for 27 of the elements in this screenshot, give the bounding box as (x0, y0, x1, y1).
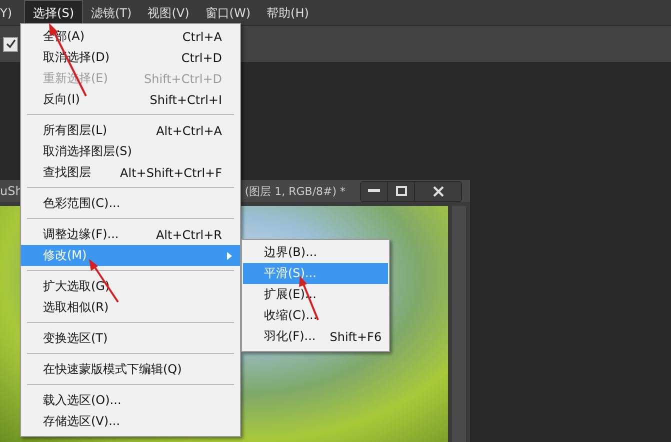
menu-item[interactable]: 反向(I) Shift+Ctrl+I (21, 89, 240, 110)
minimize-icon (368, 189, 380, 193)
menu-item[interactable]: 在快速蒙版模式下编辑(Q) (21, 359, 240, 380)
maximize-button[interactable] (387, 182, 414, 200)
menu-item[interactable]: 存储选区(V)... (21, 411, 240, 432)
menu-item[interactable]: 羽化(F)... Shift+F6 (243, 326, 388, 347)
close-button[interactable] (414, 182, 461, 200)
minimize-button[interactable] (361, 182, 387, 200)
menu-item[interactable]: 边界(B)... (243, 242, 388, 263)
document-tab-title: (图层 1, RGB/8#) * (244, 184, 346, 198)
menu-bar-item[interactable]: 视图(V) (140, 0, 198, 24)
menu-item[interactable]: 所有图层(L) Alt+Ctrl+A (21, 120, 240, 141)
menu-item[interactable]: 收缩(C)... (243, 305, 388, 326)
menu-item[interactable]: 调整边缘(F)... Alt+Ctrl+R (21, 224, 240, 245)
menu-item[interactable]: 变换选区(T) (21, 328, 240, 349)
checkbox[interactable] (3, 36, 18, 52)
maximize-icon (396, 186, 406, 196)
menu-bar-item[interactable]: 滤镜(T) (83, 0, 140, 24)
menu-bar-item[interactable]: Y) (0, 0, 20, 24)
menu-bar-item[interactable]: 窗口(W) (197, 0, 259, 24)
menu-item[interactable]: 取消选择图层(S) (21, 141, 240, 162)
menu-item[interactable]: 色彩范围(C)... (21, 193, 240, 214)
menu-bar-item[interactable]: 帮助(H) (258, 0, 317, 24)
menu-item[interactable]: 查找图层 Alt+Shift+Ctrl+F (21, 162, 240, 183)
menu-item[interactable]: 载入选区(O)... (21, 390, 240, 411)
close-icon (432, 186, 444, 196)
menu-item[interactable]: 选取相似(R) (21, 297, 240, 318)
